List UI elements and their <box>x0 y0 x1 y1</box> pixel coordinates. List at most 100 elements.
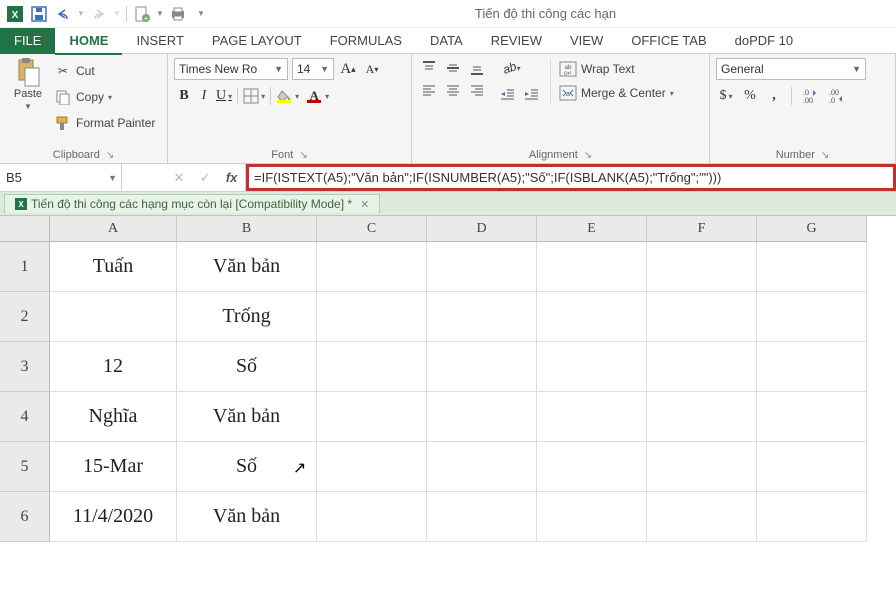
undo-dropdown-icon[interactable]: ▼ <box>76 3 86 25</box>
align-left-button[interactable] <box>418 80 440 100</box>
tab-view[interactable]: VIEW <box>556 28 617 54</box>
cell-C3[interactable] <box>317 342 427 392</box>
percent-format-button[interactable]: % <box>740 86 760 106</box>
shrink-font-button[interactable]: A▾ <box>362 59 382 79</box>
select-all-corner[interactable] <box>0 216 50 242</box>
cell-F1[interactable] <box>647 242 757 292</box>
cell-D4[interactable] <box>427 392 537 442</box>
cell-A3[interactable]: 12 <box>50 342 177 392</box>
orientation-button[interactable]: ab▾ <box>496 58 528 78</box>
cell-E6[interactable] <box>537 492 647 542</box>
cell-D2[interactable] <box>427 292 537 342</box>
tab-formulas[interactable]: FORMULAS <box>316 28 416 54</box>
formula-input[interactable]: =IF(ISTEXT(A5);"Văn bản";IF(ISNUMBER(A5)… <box>246 164 896 191</box>
cell-D3[interactable] <box>427 342 537 392</box>
cell-E3[interactable] <box>537 342 647 392</box>
cell-E4[interactable] <box>537 392 647 442</box>
comma-format-button[interactable]: , <box>764 86 784 106</box>
save-icon[interactable] <box>28 3 50 25</box>
name-box[interactable]: B5 ▼ <box>0 164 122 191</box>
grow-font-button[interactable]: A▴ <box>338 59 358 79</box>
paste-button[interactable]: Paste ▼ <box>6 58 50 111</box>
tab-office-tab[interactable]: OFFICE TAB <box>617 28 720 54</box>
cell-F4[interactable] <box>647 392 757 442</box>
increase-decimal-button[interactable]: .0.00 <box>799 86 821 106</box>
cell-G5[interactable] <box>757 442 867 492</box>
cell-C1[interactable] <box>317 242 427 292</box>
font-size-select[interactable]: 14 ▼ <box>292 58 334 80</box>
decrease-decimal-button[interactable]: .00.0 <box>825 86 847 106</box>
cell-B5[interactable]: Số↖ <box>177 442 317 492</box>
cell-E5[interactable] <box>537 442 647 492</box>
cell-B6[interactable]: Văn bản <box>177 492 317 542</box>
row-header-5[interactable]: 5 <box>0 442 50 492</box>
cell-A5[interactable]: 15-Mar <box>50 442 177 492</box>
underline-button[interactable]: U▾ <box>214 86 234 106</box>
cell-B2[interactable]: Trống <box>177 292 317 342</box>
cell-C6[interactable] <box>317 492 427 542</box>
new-dropdown-icon[interactable]: ▼ <box>155 3 165 25</box>
new-file-icon[interactable]: + <box>131 3 153 25</box>
enter-formula-icon[interactable]: ✓ <box>200 170 211 186</box>
tab-insert[interactable]: INSERT <box>122 28 197 54</box>
col-header-G[interactable]: G <box>757 216 867 242</box>
cell-G3[interactable] <box>757 342 867 392</box>
redo-dropdown-icon[interactable]: ▼ <box>112 3 122 25</box>
excel-app-icon[interactable]: X <box>4 3 26 25</box>
row-header-3[interactable]: 3 <box>0 342 50 392</box>
alignment-launcher-icon[interactable]: ↘ <box>584 150 592 161</box>
tab-dopdf[interactable]: doPDF 10 <box>721 28 808 54</box>
cell-B4[interactable]: Văn bản <box>177 392 317 442</box>
align-right-button[interactable] <box>466 80 488 100</box>
cut-button[interactable]: ✂ Cut <box>54 60 155 82</box>
increase-indent-button[interactable] <box>520 84 542 104</box>
cell-C4[interactable] <box>317 392 427 442</box>
cell-G4[interactable] <box>757 392 867 442</box>
cell-F2[interactable] <box>647 292 757 342</box>
wrap-text-button[interactable]: abc↵ Wrap Text <box>559 58 674 80</box>
cell-D6[interactable] <box>427 492 537 542</box>
undo-icon[interactable] <box>52 3 74 25</box>
cell-A2[interactable] <box>50 292 177 342</box>
col-header-C[interactable]: C <box>317 216 427 242</box>
cancel-formula-icon[interactable]: ✕ <box>174 170 185 186</box>
tab-file[interactable]: FILE <box>0 28 55 54</box>
close-tab-icon[interactable]: ✕ <box>360 198 369 211</box>
align-bottom-button[interactable] <box>466 58 488 78</box>
redo-icon[interactable] <box>88 3 110 25</box>
bold-button[interactable]: B <box>174 86 194 106</box>
cell-B1[interactable]: Văn bản <box>177 242 317 292</box>
align-middle-button[interactable] <box>442 58 464 78</box>
cell-B3[interactable]: Số <box>177 342 317 392</box>
format-painter-button[interactable]: Format Painter <box>54 112 155 134</box>
cell-A1[interactable]: Tuấn <box>50 242 177 292</box>
align-top-button[interactable] <box>418 58 440 78</box>
row-header-2[interactable]: 2 <box>0 292 50 342</box>
insert-function-button[interactable]: fx <box>226 170 238 185</box>
tab-page-layout[interactable]: PAGE LAYOUT <box>198 28 316 54</box>
col-header-F[interactable]: F <box>647 216 757 242</box>
number-format-select[interactable]: General ▼ <box>716 58 866 80</box>
cell-F6[interactable] <box>647 492 757 542</box>
cells-area[interactable]: TuấnVăn bảnTrống12SốNghĩaVăn bản15-MarSố… <box>50 242 867 542</box>
col-header-A[interactable]: A <box>50 216 177 242</box>
clipboard-launcher-icon[interactable]: ↘ <box>106 150 114 161</box>
qat-customize-icon[interactable]: ▼ <box>195 3 207 25</box>
cell-F3[interactable] <box>647 342 757 392</box>
col-header-B[interactable]: B <box>177 216 317 242</box>
cell-C5[interactable] <box>317 442 427 492</box>
cell-E2[interactable] <box>537 292 647 342</box>
tab-data[interactable]: DATA <box>416 28 477 54</box>
align-center-button[interactable] <box>442 80 464 100</box>
cell-D1[interactable] <box>427 242 537 292</box>
decrease-indent-button[interactable] <box>496 84 518 104</box>
col-header-E[interactable]: E <box>537 216 647 242</box>
cell-F5[interactable] <box>647 442 757 492</box>
quick-print-icon[interactable] <box>167 3 189 25</box>
copy-button[interactable]: Copy ▾ <box>54 86 155 108</box>
row-header-4[interactable]: 4 <box>0 392 50 442</box>
fill-color-button[interactable]: ▾ <box>274 86 294 106</box>
accounting-format-button[interactable]: $▾ <box>716 86 736 106</box>
row-header-1[interactable]: 1 <box>0 242 50 292</box>
font-name-select[interactable]: Times New Ro ▼ <box>174 58 288 80</box>
